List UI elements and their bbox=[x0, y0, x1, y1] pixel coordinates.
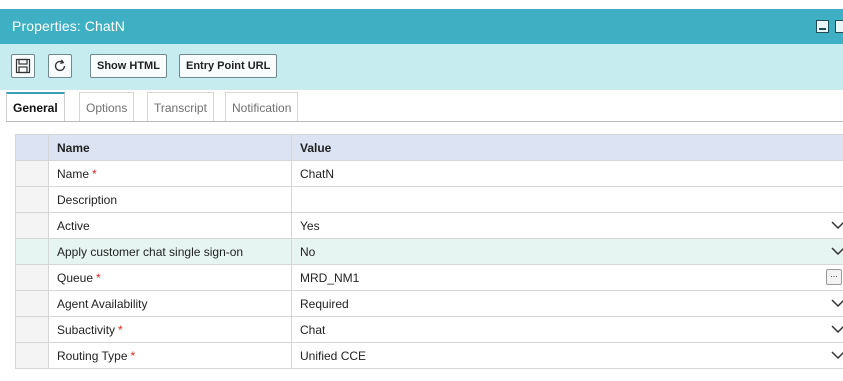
properties-grid: Name Value Name * ChatN Description Activ… bbox=[15, 134, 843, 369]
required-marker: * bbox=[96, 270, 101, 285]
tab-transcript[interactable]: Transcript bbox=[147, 92, 214, 121]
table-row[interactable]: Agent Availability Required bbox=[15, 290, 843, 317]
table-row[interactable]: Subactivity * Chat bbox=[15, 316, 843, 343]
table-row[interactable]: Active Yes bbox=[15, 212, 843, 239]
row-gutter bbox=[15, 134, 49, 161]
show-html-button[interactable]: Show HTML bbox=[90, 54, 167, 78]
table-row[interactable]: Description bbox=[15, 186, 843, 213]
row-gutter bbox=[15, 160, 49, 187]
chevron-down-icon[interactable] bbox=[831, 349, 843, 361]
save-button[interactable] bbox=[11, 54, 35, 78]
save-icon bbox=[15, 58, 31, 74]
property-value-select[interactable]: Chat bbox=[291, 316, 843, 343]
table-row[interactable]: Routing Type * Unified CCE bbox=[15, 342, 843, 369]
required-marker: * bbox=[130, 348, 136, 363]
row-gutter bbox=[15, 264, 49, 291]
row-gutter bbox=[15, 238, 49, 265]
title-bar: Properties: ChatN bbox=[0, 9, 843, 44]
window-title: Properties: ChatN bbox=[12, 18, 125, 34]
property-name: Description bbox=[48, 186, 292, 213]
chevron-down-icon[interactable] bbox=[831, 297, 843, 309]
value-column-header[interactable]: Value bbox=[291, 134, 843, 161]
tab-divider bbox=[6, 121, 843, 122]
property-value-select[interactable]: Yes bbox=[291, 212, 843, 239]
table-row[interactable]: Apply customer chat single sign-on No bbox=[15, 238, 843, 265]
entry-point-url-button[interactable]: Entry Point URL bbox=[179, 54, 278, 78]
property-name: Routing Type * bbox=[48, 342, 292, 369]
tab-general[interactable]: General bbox=[6, 92, 65, 122]
property-name: Subactivity * bbox=[48, 316, 292, 343]
property-name: Agent Availability bbox=[48, 290, 292, 317]
row-gutter bbox=[15, 290, 49, 317]
property-value-select[interactable]: Unified CCE bbox=[291, 342, 843, 369]
required-marker: * bbox=[118, 322, 123, 337]
table-row[interactable]: Queue * MRD_NM1 ... bbox=[15, 264, 843, 291]
tab-options[interactable]: Options bbox=[79, 92, 135, 121]
property-value-field[interactable] bbox=[291, 186, 843, 213]
required-marker: * bbox=[92, 166, 97, 181]
property-name: Name * bbox=[48, 160, 292, 187]
property-value-field[interactable]: MRD_NM1 ... bbox=[291, 264, 843, 291]
toolbar: Show HTML Entry Point URL bbox=[0, 44, 843, 90]
chevron-down-icon[interactable] bbox=[831, 219, 843, 231]
name-column-header[interactable]: Name bbox=[48, 134, 292, 161]
property-value-select[interactable]: Required bbox=[291, 290, 843, 317]
row-gutter bbox=[15, 186, 49, 213]
property-value-select[interactable]: No bbox=[291, 238, 843, 265]
table-row[interactable]: Name * ChatN bbox=[15, 160, 843, 187]
property-value-field[interactable]: ChatN bbox=[291, 160, 843, 187]
property-name: Apply customer chat single sign-on bbox=[48, 238, 292, 265]
row-gutter bbox=[15, 342, 49, 369]
refresh-button[interactable] bbox=[48, 54, 72, 78]
row-gutter bbox=[15, 212, 49, 239]
chevron-down-icon[interactable] bbox=[831, 323, 843, 335]
minimize-icon[interactable] bbox=[816, 20, 829, 33]
refresh-icon bbox=[54, 59, 66, 72]
property-name: Active bbox=[48, 212, 292, 239]
maximize-icon[interactable] bbox=[835, 20, 843, 33]
browse-button[interactable]: ... bbox=[826, 269, 842, 285]
property-name: Queue * bbox=[48, 264, 292, 291]
tab-notification[interactable]: Notification bbox=[225, 92, 299, 121]
row-gutter bbox=[15, 316, 49, 343]
chevron-down-icon[interactable] bbox=[831, 245, 843, 257]
grid-header-row: Name Value bbox=[15, 134, 843, 161]
